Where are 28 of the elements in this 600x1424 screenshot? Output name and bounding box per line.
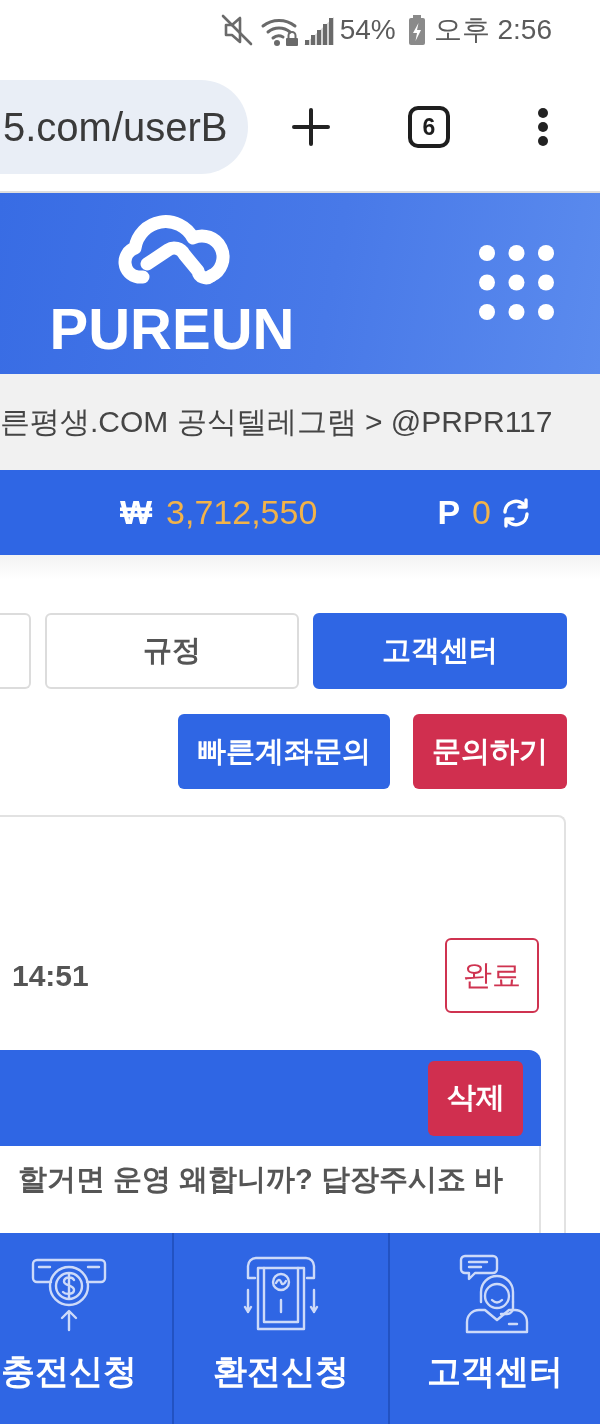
- address-bar[interactable]: 5.com/userB: [0, 80, 248, 174]
- plus-icon[interactable]: [292, 108, 330, 146]
- message-text: 할거면 운영 왜합니까? 답장주시죠 바: [18, 1163, 503, 1195]
- headset-agent-icon: [459, 1254, 531, 1334]
- status-badge: 완료: [445, 938, 539, 1013]
- clock-time: 오후 2:56: [433, 16, 552, 44]
- points-value: 0: [472, 493, 491, 532]
- refresh-icon[interactable]: [500, 496, 532, 529]
- tab[interactable]: 규정: [45, 613, 299, 689]
- inquiry-button[interactable]: 문의하기: [413, 714, 567, 789]
- points-label: P: [437, 493, 461, 532]
- inquiry-time: 14:51: [12, 958, 89, 993]
- tab[interactable]: 고객센터: [313, 613, 567, 689]
- tab-count-button[interactable]: 6: [408, 106, 450, 148]
- coin-slot-icon: [31, 1256, 107, 1332]
- currency-sign: ₩: [120, 493, 153, 532]
- balance-amount: 3,712,550: [166, 493, 318, 532]
- mute-icon: [219, 13, 254, 47]
- signal-icon: [302, 15, 335, 45]
- cash-slot-icon: [243, 1256, 319, 1332]
- battery-percent: 54%: [339, 16, 396, 44]
- notice-text: 른평생.COM 공식텔레그램 > @PRPR117: [0, 403, 553, 440]
- battery-icon: [407, 15, 426, 45]
- logo-text: PUREUN: [49, 300, 295, 358]
- account-inquiry-button[interactable]: 빠른계좌문의: [178, 714, 390, 789]
- delete-button[interactable]: 삭제: [428, 1060, 523, 1136]
- more-menu-icon[interactable]: [535, 108, 551, 146]
- grid-menu-icon[interactable]: [479, 245, 554, 320]
